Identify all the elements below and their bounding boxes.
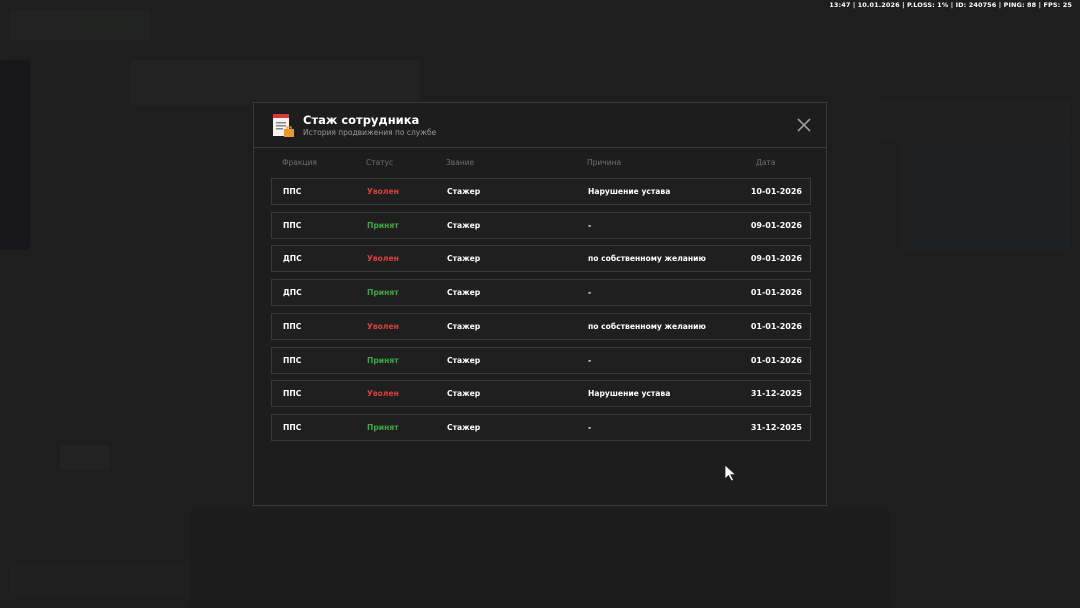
row-status: Принят: [367, 422, 399, 432]
row-date: 01-01-2026: [750, 321, 802, 331]
column-header-date: Дата: [756, 158, 776, 167]
close-icon[interactable]: [796, 117, 812, 133]
row-status: Уволен: [367, 321, 399, 331]
row-faction: ППС: [283, 220, 302, 230]
row-reason: Нарушение устава: [588, 187, 671, 196]
row-rank: Стажер: [447, 389, 481, 399]
row-date: 10-01-2026: [750, 187, 802, 196]
row-reason: по собственному желанию: [588, 254, 706, 264]
row-faction: ППС: [283, 187, 302, 196]
status-bar: 13:47 | 10.01.2026 | P.LOSS: 1% | ID: 24…: [829, 1, 1072, 9]
row-faction: ДПС: [283, 254, 302, 264]
row-faction: ППС: [283, 321, 302, 331]
row-rank: Стажер: [447, 187, 481, 196]
row-date: 09-01-2026: [750, 254, 802, 264]
row-status: Принят: [367, 220, 399, 230]
column-header-faction: Фракция: [282, 158, 317, 167]
row-rank: Стажер: [447, 288, 481, 298]
modal-title: Стаж сотрудника: [303, 113, 420, 127]
modal-header: Стаж сотрудника История продвижения по с…: [254, 103, 826, 148]
row-faction: ППС: [283, 355, 302, 365]
row-reason: -: [588, 355, 592, 365]
table-row: ДПС Уволен Стажер по собственному желани…: [271, 245, 811, 273]
row-status: Принят: [367, 288, 399, 298]
row-date: 01-01-2026: [750, 355, 802, 365]
table-row: ППС Уволен Стажер по собственному желани…: [271, 312, 811, 340]
row-date: 31-12-2025: [750, 422, 802, 432]
row-reason: -: [588, 220, 592, 230]
row-faction: ДПС: [283, 288, 302, 298]
row-rank: Стажер: [447, 220, 481, 230]
row-status: Принят: [367, 355, 399, 365]
table-row: ППС Принят Стажер - 31-12-2025: [271, 413, 811, 441]
table-row: ДПС Принят Стажер - 01-01-2026: [271, 279, 811, 307]
row-status: Уволен: [367, 389, 399, 399]
table-row: ППС Принят Стажер - 01-01-2026: [271, 346, 811, 374]
row-faction: ППС: [283, 422, 302, 432]
row-rank: Стажер: [447, 422, 481, 432]
document-icon: [270, 113, 296, 139]
column-header-reason: Причина: [587, 158, 622, 167]
row-date: 09-01-2026: [750, 220, 802, 230]
modal-subtitle: История продвижения по службе: [303, 128, 437, 137]
row-reason: -: [588, 288, 592, 298]
row-status: Уволен: [367, 187, 399, 196]
row-rank: Стажер: [447, 355, 481, 365]
row-faction: ППС: [283, 389, 302, 399]
seniority-modal: Стаж сотрудника История продвижения по с…: [253, 102, 827, 506]
row-date: 01-01-2026: [750, 288, 802, 298]
row-status: Уволен: [367, 254, 399, 264]
row-rank: Стажер: [447, 321, 481, 331]
table-row: ППС Уволен Стажер Нарушение устава 31-12…: [271, 380, 811, 408]
row-reason: по собственному желанию: [588, 321, 706, 331]
mouse-cursor-icon: [724, 464, 738, 482]
row-date: 31-12-2025: [750, 389, 802, 399]
row-reason: Нарушение устава: [588, 389, 671, 399]
row-rank: Стажер: [447, 254, 481, 264]
column-header-rank: Звание: [446, 158, 475, 167]
row-reason: -: [588, 422, 592, 432]
column-header-status: Статус: [366, 158, 394, 167]
table-row: ППС Уволен Стажер Нарушение устава 10-01…: [271, 178, 811, 205]
table-row: ППС Принят Стажер - 09-01-2026: [271, 211, 811, 239]
table-header: Фракция Статус Звание Причина Дата: [271, 158, 811, 170]
